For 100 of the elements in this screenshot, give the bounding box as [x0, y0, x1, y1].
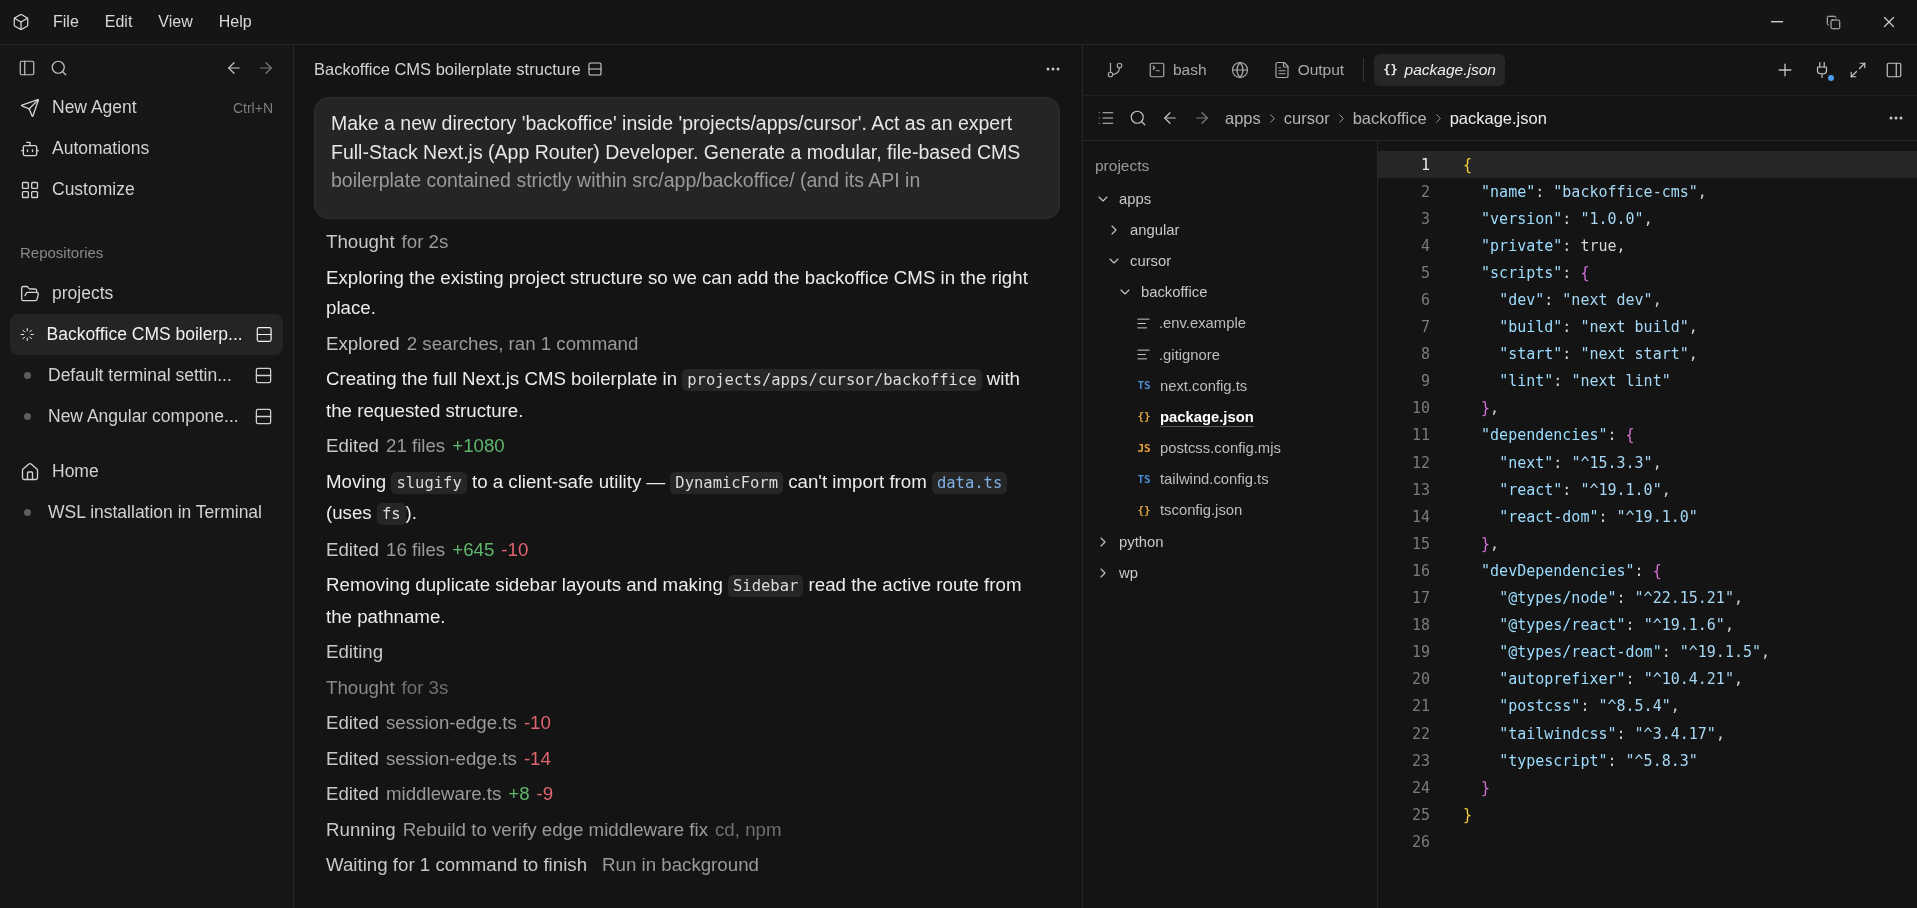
line-number: 21: [1410, 697, 1430, 716]
folder-row[interactable]: apps: [1095, 183, 1377, 215]
menu-item[interactable]: View: [145, 13, 206, 31]
panel-tab[interactable]: Output: [1263, 54, 1354, 86]
search-button[interactable]: [50, 59, 68, 77]
chat-item[interactable]: Backoffice CMS boilerp...: [10, 314, 283, 355]
back-button[interactable]: [225, 59, 243, 77]
line-number: 23: [1410, 751, 1430, 770]
status-detail: Rebuild to verify edge middleware fix: [402, 817, 708, 842]
shortcut-hint: Ctrl+N: [232, 99, 273, 116]
folder-row[interactable]: angular: [1106, 214, 1377, 246]
file-row[interactable]: TS tailwind.config.ts: [1128, 463, 1377, 495]
code-line: "@types/react-dom": "^19.1.5",: [1498, 643, 1771, 662]
status-detail: session-edge.ts: [386, 746, 517, 771]
tree-root-label: projects: [1095, 156, 1151, 176]
code-line: "react": "^19.1.0",: [1498, 480, 1671, 499]
sidebar-item[interactable]: Home: [10, 451, 283, 492]
text-file-icon: [1136, 315, 1151, 331]
run-in-background-button[interactable]: Run in background: [594, 850, 759, 881]
panel-icon: [18, 59, 36, 77]
line-number: 9: [1419, 372, 1430, 391]
status-detail: for 3s: [401, 675, 449, 700]
line-number: 12: [1410, 453, 1430, 472]
forward-button[interactable]: [1193, 109, 1211, 127]
panel-toggle-button[interactable]: [1885, 61, 1903, 79]
status-label: Thought: [326, 230, 395, 254]
code-line: "next": "^15.3.3",: [1498, 453, 1662, 472]
sidebar-toggle-button[interactable]: [18, 59, 36, 77]
file-row[interactable]: {} tsconfig.json: [1128, 494, 1377, 527]
panel-tab[interactable]: bash: [1139, 54, 1216, 86]
removed-count: -14: [523, 746, 551, 771]
removed-count: -10: [501, 537, 529, 562]
search-button[interactable]: [1129, 109, 1147, 127]
status-label: Explored: [326, 331, 400, 356]
line-number: 19: [1410, 643, 1430, 662]
code-line: }: [1463, 805, 1473, 824]
file-row[interactable]: .gitignore: [1128, 338, 1377, 371]
send-icon: [20, 97, 40, 118]
back-button[interactable]: [1161, 109, 1179, 127]
file-row[interactable]: .env.example: [1128, 307, 1377, 339]
folder-row[interactable]: cursor: [1106, 245, 1377, 277]
added-count: +8: [508, 782, 530, 806]
breadcrumb-link[interactable]: backoffice: [1352, 108, 1427, 128]
code-line: "@types/node": "^22.15.21",: [1498, 589, 1743, 608]
forward-button[interactable]: [257, 59, 275, 77]
message-paragraph: Removing duplicate sidebar layouts and making Sidebar read the active route from the pathname.: [326, 573, 1023, 629]
folder-icon: [20, 283, 40, 304]
code-line: "scripts": {: [1480, 263, 1590, 282]
grid-icon: [20, 179, 40, 200]
sidebar-item[interactable]: New Agent Ctrl+N: [10, 87, 283, 128]
chat-item[interactable]: Default terminal settin...: [10, 355, 283, 396]
menu-item[interactable]: Help: [205, 13, 265, 31]
added-count: +645: [452, 537, 495, 562]
minimize-icon: [1771, 21, 1783, 23]
chat-item[interactable]: WSL installation in Terminal: [10, 492, 283, 533]
sidebar-item[interactable]: Customize: [10, 169, 283, 210]
panel-tab[interactable]: {} package.json: [1374, 54, 1505, 86]
folder-row[interactable]: python: [1095, 526, 1377, 558]
list-icon: [1097, 109, 1115, 127]
arrow-right-icon: [257, 59, 275, 77]
breadcrumb-link[interactable]: package.json: [1449, 108, 1547, 128]
line-number: 8: [1419, 345, 1430, 364]
menu-item[interactable]: Edit: [91, 13, 146, 31]
code-line: }: [1480, 778, 1491, 797]
sidebar-item[interactable]: projects: [10, 273, 283, 314]
line-number: 10: [1410, 399, 1430, 418]
prompt-message: Make a new directory 'backoffice' inside 'projects/apps/cursor'. Act as an expert Full-Stack Next.js (App Router) Developer. Generate a modular, file-based CMS boilerplate contained strictly within src/app/backoffice/ (and its API in: [314, 97, 1060, 219]
status-detail: for 2s: [401, 230, 449, 254]
status-detail: 16 files: [386, 537, 446, 562]
breadcrumb-link[interactable]: cursor: [1283, 108, 1330, 128]
file-type-icon: {}: [1136, 503, 1152, 517]
file-row[interactable]: TS next.config.ts: [1128, 370, 1377, 402]
file-type-icon: {}: [1136, 410, 1152, 424]
file-row[interactable]: {} package.json: [1128, 401, 1377, 433]
line-number: 13: [1410, 480, 1430, 499]
folder-row[interactable]: backoffice: [1117, 276, 1377, 308]
line-number: 14: [1410, 507, 1430, 526]
menu-item[interactable]: File: [40, 13, 92, 31]
more-button[interactable]: [1046, 67, 1060, 71]
breadcrumb-link[interactable]: apps: [1225, 108, 1261, 128]
expand-button[interactable]: [1849, 61, 1867, 79]
outline-button[interactable]: [1097, 109, 1115, 127]
folder-row[interactable]: wp: [1095, 557, 1377, 589]
message-paragraph: Moving slugify to a client-safe utility — DynamicForm can't import from data.ts (uses fs ).: [326, 466, 1048, 530]
status-label: Editing: [326, 640, 384, 664]
line-number: 15: [1410, 534, 1430, 553]
status-label: Edited: [326, 782, 379, 806]
added-count: +1080: [452, 434, 505, 458]
command-note: cd, npm: [715, 817, 782, 842]
message-paragraph: Creating the full Next.js CMS boilerplate in projects/apps/cursor/backoffice with the requested structure.: [326, 367, 1021, 423]
more-icon: [1889, 116, 1903, 120]
status-detail: session-edge.ts: [386, 711, 517, 735]
file-row[interactable]: JS postcss.config.mjs: [1128, 432, 1377, 464]
more-button[interactable]: [1889, 116, 1903, 120]
arrow-right-icon: [1193, 109, 1211, 127]
line-number: 16: [1410, 561, 1430, 580]
panel-icon: [254, 366, 273, 385]
code-line: "lint": "next lint": [1498, 372, 1671, 391]
chat-item[interactable]: New Angular compone...: [10, 396, 283, 437]
sidebar-item[interactable]: Automations: [10, 128, 283, 169]
